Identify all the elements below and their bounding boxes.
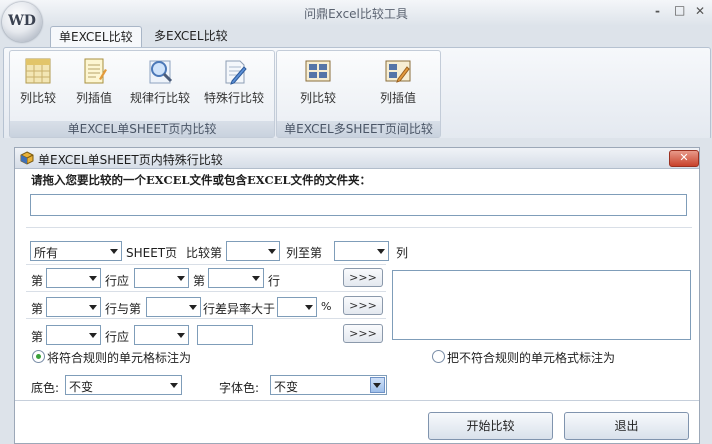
exit-button[interactable]: 退出 — [564, 412, 689, 440]
font-color-value: 不变 — [274, 380, 299, 394]
mark-nonmatch-radio[interactable] — [432, 350, 445, 363]
chevron-down-icon — [170, 383, 178, 388]
button-label: 列插值 — [75, 91, 112, 105]
bg-color-label: 底色: — [31, 381, 60, 395]
chevron-down-icon — [89, 276, 97, 281]
button-label: 列插值 — [379, 91, 416, 105]
dropdown-button[interactable] — [370, 377, 385, 393]
font-color-select[interactable]: 不变 — [270, 375, 387, 395]
logo-text: WD — [8, 13, 36, 29]
pattern-row-compare-button[interactable]: 规律行比较 — [124, 55, 196, 106]
rule1-other-row-select[interactable] — [208, 268, 264, 288]
drop-prompt: 请拖入您要比较的一个EXCEL文件或包含EXCEL文件的文件夹： — [31, 173, 371, 187]
radio-dot — [36, 354, 41, 359]
add-rule1-button[interactable]: >>> — [343, 268, 383, 287]
divider — [15, 400, 699, 401]
button-label: 列比较 — [299, 91, 336, 105]
button-label: 规律行比较 — [129, 91, 190, 105]
ribbon-group-label: 单EXCEL单SHEET页内比较 — [10, 121, 274, 137]
percent-label: % — [321, 300, 332, 313]
with-row-label: 行与第 — [105, 302, 142, 316]
from-column-select[interactable] — [226, 241, 280, 261]
button-label: 列比较 — [19, 91, 56, 105]
rule3-row-select[interactable] — [46, 325, 101, 345]
minimize-button[interactable]: - — [655, 4, 660, 18]
notepad-icon — [78, 55, 110, 87]
sheet-select-value: 所有 — [34, 246, 59, 260]
rule3-relation-select[interactable] — [134, 325, 189, 345]
rule2-other-row-select[interactable] — [146, 297, 201, 317]
divider — [26, 227, 692, 228]
close-window-button[interactable]: ✕ — [695, 4, 705, 18]
rule1-row-select[interactable] — [46, 268, 101, 288]
add-rule3-button[interactable]: >>> — [343, 324, 383, 343]
to-column-select[interactable] — [334, 241, 389, 261]
chevron-down-icon — [177, 276, 185, 281]
column-interpolate-button[interactable]: 列插值 — [70, 55, 118, 106]
chevron-down-icon — [268, 249, 276, 254]
mark-match-label: 将符合规则的单元格标注为 — [47, 351, 192, 365]
chevron-down-icon — [89, 333, 97, 338]
button-label: 特殊行比较 — [203, 91, 264, 105]
column-compare-button[interactable]: 列比较 — [14, 55, 62, 106]
cube-icon — [20, 151, 34, 165]
app-logo[interactable]: WD — [2, 2, 42, 42]
font-color-label: 字体色: — [219, 381, 260, 395]
mark-match-radio[interactable] — [32, 350, 45, 363]
start-compare-button[interactable]: 开始比较 — [428, 412, 553, 440]
sheet-label: SHEET页 — [126, 246, 178, 260]
row-label: 第 — [31, 302, 44, 316]
table-pencil-icon — [382, 55, 414, 87]
row-label: 第 — [31, 330, 44, 344]
special-row-compare-button[interactable]: 特殊行比较 — [198, 55, 270, 106]
chevron-down-icon — [373, 383, 381, 388]
tab-single-excel[interactable]: 单EXCEL比较 — [50, 26, 142, 48]
ribbon-group-label: 单EXCEL多SHEET页间比较 — [277, 121, 440, 137]
bg-color-select[interactable]: 不变 — [65, 375, 182, 395]
window-title: 问鼎Excel比较工具 — [304, 7, 408, 21]
chevron-down-icon — [305, 305, 313, 310]
chevron-down-icon — [189, 305, 197, 310]
multi-column-compare-button[interactable]: 列比较 — [290, 55, 346, 106]
row-label: 第 — [31, 274, 44, 288]
should-label: 行应 — [105, 330, 130, 344]
chevron-down-icon — [377, 249, 385, 254]
file-drop-field[interactable] — [30, 194, 687, 216]
add-rule2-button[interactable]: >>> — [343, 296, 383, 315]
divider — [26, 291, 386, 292]
mark-nonmatch-label: 把不符合规则的单元格式标注为 — [447, 351, 616, 365]
row-label: 第 — [193, 274, 206, 288]
chevron-down-icon — [252, 276, 260, 281]
should-label: 行应 — [105, 274, 130, 288]
rule2-row-select[interactable] — [46, 297, 101, 317]
document-pencil-icon — [218, 55, 250, 87]
magnifier-icon — [144, 55, 176, 87]
grid-icon — [22, 55, 54, 87]
panel-close-button[interactable]: ✕ — [669, 150, 699, 167]
table-icon — [302, 55, 334, 87]
sheet-select[interactable]: 所有 — [30, 241, 122, 261]
rules-list[interactable] — [392, 270, 691, 340]
maximize-button[interactable]: □ — [674, 3, 685, 17]
rule2-rate-select[interactable] — [277, 297, 317, 317]
diff-rate-label: 行差异率大于 — [203, 302, 276, 316]
multi-column-interpolate-button[interactable]: 列插值 — [370, 55, 426, 106]
chevron-down-icon — [177, 333, 185, 338]
column-label: 列 — [396, 246, 409, 260]
compare-label: 比较第 — [186, 246, 223, 260]
to-label: 列至第 — [286, 246, 323, 260]
chevron-down-icon — [110, 249, 118, 254]
tab-multi-excel[interactable]: 多EXCEL比较 — [146, 26, 236, 47]
divider — [26, 318, 386, 319]
chevron-down-icon — [89, 305, 97, 310]
divider — [26, 264, 386, 265]
row-suffix-label: 行 — [268, 274, 281, 288]
rule1-relation-select[interactable] — [134, 268, 189, 288]
panel-title: 单EXCEL单SHEET页内特殊行比较 — [38, 153, 223, 167]
rule3-value-input[interactable] — [197, 325, 253, 345]
bg-color-value: 不变 — [69, 380, 94, 394]
